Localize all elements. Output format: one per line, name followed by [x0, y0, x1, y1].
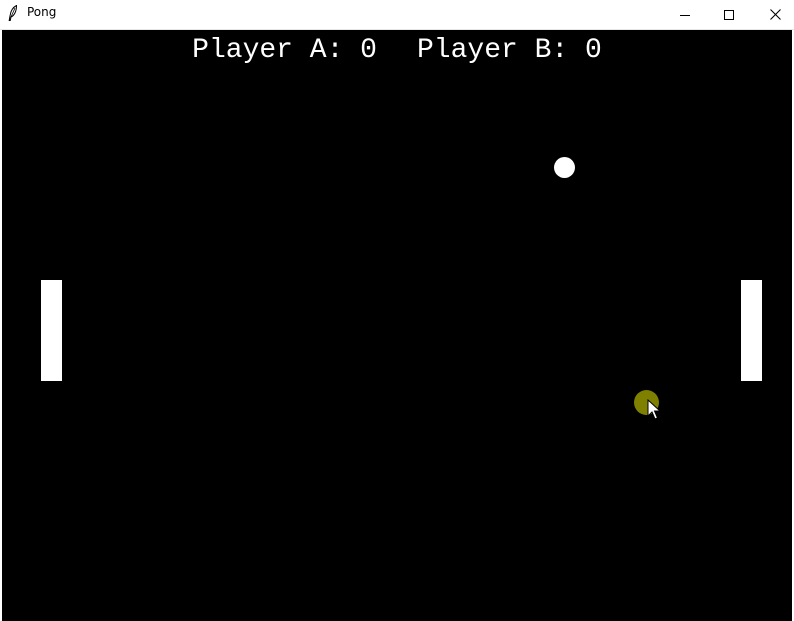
feather-icon [8, 5, 18, 21]
minimize-icon [680, 14, 690, 16]
close-button[interactable] [752, 0, 794, 29]
maximize-icon [724, 9, 734, 20]
minimize-button[interactable] [662, 0, 708, 29]
arrow-cursor-icon [647, 399, 661, 420]
game-canvas[interactable]: Player A: 0 Player B: 0 [2, 30, 792, 621]
window-title: Pong [27, 5, 57, 19]
paddle-a [41, 280, 62, 381]
paddle-b [741, 280, 762, 381]
ball [554, 157, 575, 178]
scoreboard: Player A: 0 Player B: 0 [2, 35, 792, 66]
title-bar[interactable]: Pong [0, 0, 794, 30]
pong-window: Pong Player A: 0 Player B: 0 [0, 0, 794, 621]
maximize-button[interactable] [706, 0, 752, 29]
player-b-score: Player B: 0 [417, 35, 602, 66]
close-icon [769, 9, 781, 20]
player-a-score: Player A: 0 [192, 35, 377, 66]
